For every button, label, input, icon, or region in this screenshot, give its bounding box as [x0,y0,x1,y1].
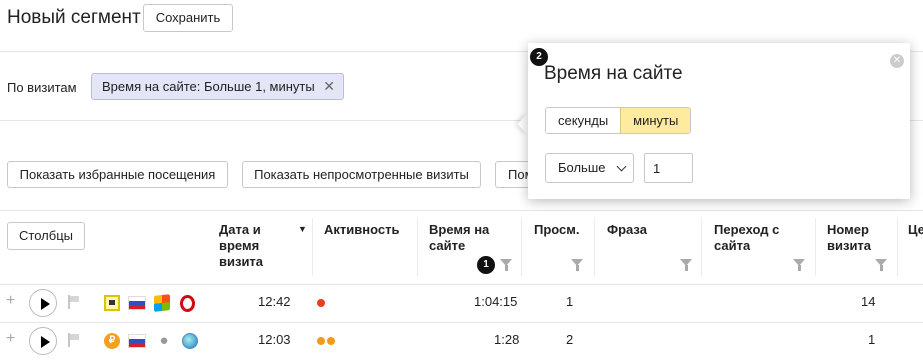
sort-desc-icon[interactable]: ▼ [298,224,307,234]
value-input[interactable] [644,153,693,183]
expand-icon[interactable]: + [6,330,15,348]
column-header-activity[interactable]: Активность [324,222,399,238]
column-header-views[interactable]: Просм. [534,222,580,238]
column-header-truncated[interactable]: Це [908,222,923,238]
views-value: 2 [566,332,574,347]
show-unviewed-button[interactable]: Показать непросмотренные визиты [242,161,481,188]
table-row[interactable]: + 12:42 1:04:15 1 14 [0,284,923,322]
close-icon[interactable]: ✕ [890,54,904,68]
column-header-referrer[interactable]: Переход с сайта [714,222,804,254]
column-divider [594,218,595,276]
operator-select[interactable]: Больше [545,153,634,183]
column-header-time-on-site[interactable]: Время на сайте [429,222,499,254]
filter-funnel-icon[interactable] [571,259,583,271]
page-title: Новый сегмент [7,7,141,28]
russia-flag-icon [128,296,146,310]
column-divider [521,218,522,276]
russia-flag-icon [128,334,146,348]
table-top-divider [0,210,923,211]
column-divider [815,218,816,276]
filter-chip-label: Время на сайте: Больше 1, минуты [102,79,315,94]
column-header-phrase[interactable]: Фраза [607,222,647,238]
opera-icon [180,295,195,312]
column-divider [417,218,418,276]
activity-dot [317,299,325,307]
activity-dot [327,337,335,345]
window-icon [104,295,120,311]
windows-icon [154,294,170,312]
flag-icon[interactable] [68,333,80,347]
show-favorites-button[interactable]: Показать избранные посещения [7,161,228,188]
play-button[interactable] [29,327,57,355]
column-header-datetime[interactable]: Дата и время визита [219,222,289,270]
globe-icon [182,333,198,349]
columns-button[interactable]: Столбцы [7,222,85,250]
filter-funnel-icon[interactable] [875,259,887,271]
save-button[interactable]: Сохранить [143,4,233,32]
filter-group-label: По визитам [7,80,77,95]
visit-number-value: 1 [868,332,876,347]
time-on-site-value: 1:28 [494,332,520,347]
column-divider [312,218,313,276]
popup-title: Время на сайте [544,63,683,84]
views-value: 1 [566,294,574,309]
close-icon[interactable]: ✕ [323,74,335,99]
filter-funnel-icon[interactable] [500,259,512,271]
unit-toggle: секунды минуты [545,107,692,134]
apple-icon: ● [159,332,169,349]
visit-time: 12:42 [258,294,291,309]
time-on-site-value: 1:04:15 [474,294,518,309]
coin-icon: ₽ [104,333,120,349]
visit-time: 12:03 [258,332,291,347]
chevron-down-icon [616,161,627,172]
operator-value: Больше [558,160,606,175]
column-header-visit-number[interactable]: Номер визита [827,222,887,254]
filter-chip-time-on-site[interactable]: Время на сайте: Больше 1, минуты ✕ [91,73,344,100]
time-on-site-filter-popup: Время на сайте ✕ секунды минуты Больше [528,43,910,199]
annotation-badge-2: 2 [530,48,548,66]
column-divider [897,218,898,276]
unit-option-seconds[interactable]: секунды [546,108,621,133]
play-button[interactable] [29,289,57,317]
visit-number-value: 14 [861,294,876,309]
annotation-badge-1: 1 [477,256,495,274]
table-row[interactable]: + ₽ ● 12:03 1:28 2 1 [0,322,923,360]
filter-funnel-icon[interactable] [793,259,805,271]
expand-icon[interactable]: + [6,292,15,310]
unit-option-minutes[interactable]: минуты [620,108,691,133]
activity-dot [317,337,325,345]
filter-funnel-icon[interactable] [680,259,692,271]
flag-icon[interactable] [68,295,80,309]
column-divider [701,218,702,276]
